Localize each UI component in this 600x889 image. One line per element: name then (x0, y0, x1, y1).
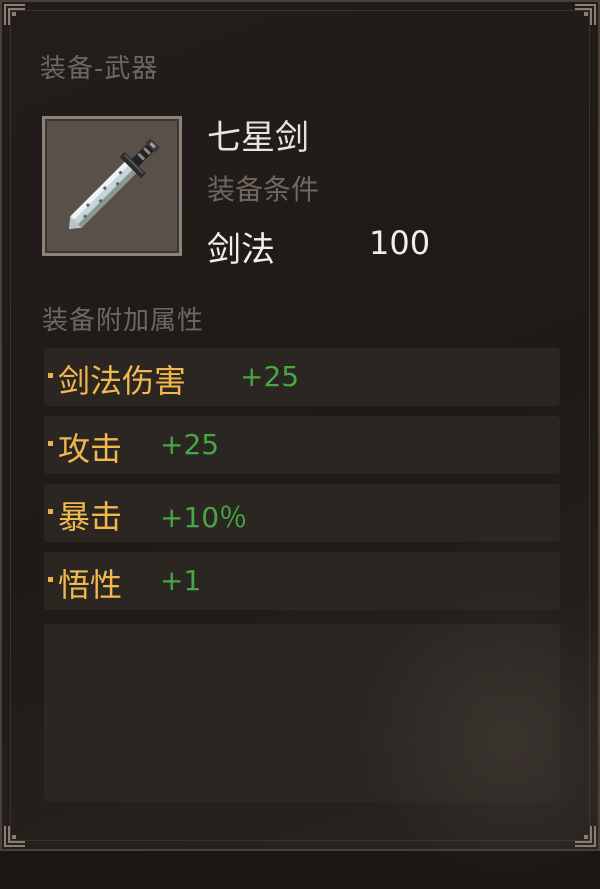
item-tooltip-panel: 装备-武器 七星剑 装备条件 剑法 100 装备附加属性 剑法伤害 +25 攻击… (0, 0, 600, 889)
attribute-row: 悟性 +1 (44, 552, 560, 610)
attribute-name: 悟性 (58, 566, 123, 604)
sword-icon (68, 137, 161, 230)
attribute-value: +25 (240, 360, 300, 393)
attribute-name: 暴击 (58, 498, 123, 536)
attribute-value: +25 (160, 428, 220, 461)
corner-ornament-icon (4, 825, 26, 847)
corner-ornament-icon (574, 4, 596, 26)
bullet-icon (48, 373, 53, 378)
bullet-icon (48, 441, 53, 446)
attribute-row: 剑法伤害 +25 (44, 348, 560, 406)
attribute-row: 暴击 +10％ (44, 484, 560, 542)
bullet-icon (48, 577, 53, 582)
corner-ornament-icon (4, 4, 26, 26)
attribute-value: +10％ (160, 501, 248, 534)
attribute-row: 攻击 +25 (44, 416, 560, 474)
attribute-value: +1 (160, 564, 202, 597)
corner-ornament-icon (574, 825, 596, 847)
attribute-name: 剑法伤害 (58, 362, 187, 400)
empty-description-box (44, 624, 560, 802)
attribute-name: 攻击 (58, 430, 123, 468)
requirement-skill-name: 剑法 (207, 230, 275, 270)
item-name: 七星剑 (207, 118, 309, 158)
item-category-label: 装备-武器 (40, 54, 159, 84)
requirements-label: 装备条件 (207, 173, 320, 206)
requirement-skill-value: 100 (369, 224, 431, 262)
attributes-section-label: 装备附加属性 (42, 306, 205, 336)
item-icon-slot (42, 116, 182, 256)
bullet-icon (48, 509, 53, 514)
